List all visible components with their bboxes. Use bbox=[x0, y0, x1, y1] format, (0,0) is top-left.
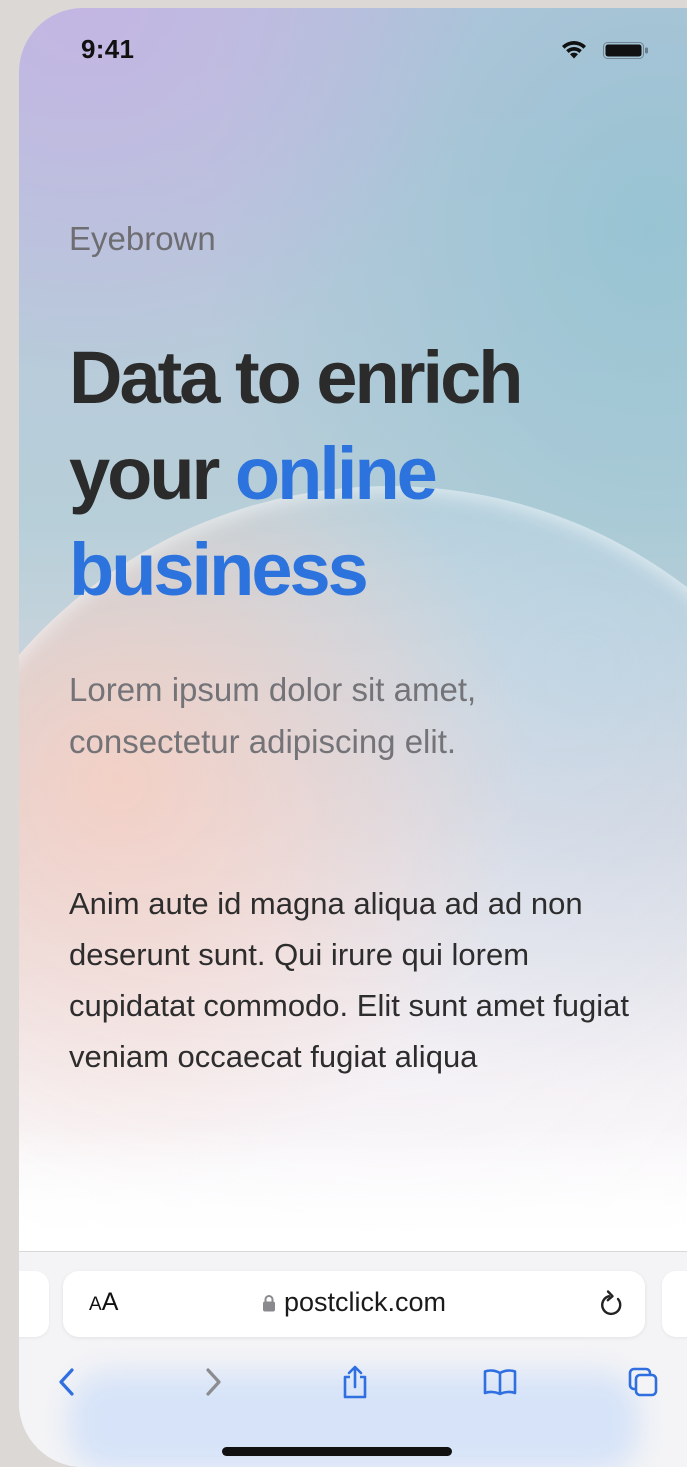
hero-lede: Lorem ipsum dolor sit amet, consectetur … bbox=[69, 671, 477, 760]
url-display[interactable]: postclick.com bbox=[63, 1287, 645, 1318]
hero-body: Anim aute id magna aliqua ad ad non dese… bbox=[69, 886, 630, 1074]
forward-button[interactable] bbox=[183, 1352, 243, 1412]
previous-tab-preview[interactable] bbox=[19, 1271, 49, 1337]
lock-icon bbox=[262, 1295, 275, 1312]
next-tab-preview[interactable] bbox=[662, 1271, 687, 1337]
back-icon bbox=[59, 1368, 74, 1396]
phone-screen: 9:41 Eyebrown Data to enrich your online… bbox=[19, 8, 687, 1467]
browser-toolbar: AA postclick.com bbox=[19, 1251, 687, 1467]
wifi-icon bbox=[562, 41, 586, 59]
bookmarks-button[interactable] bbox=[470, 1352, 530, 1412]
status-time: 9:41 bbox=[81, 34, 135, 64]
tabs-icon bbox=[628, 1367, 658, 1397]
url-text: postclick.com bbox=[283, 1287, 447, 1317]
eyebrow-text: Eyebrown bbox=[69, 220, 216, 257]
home-indicator[interactable] bbox=[222, 1447, 452, 1456]
bookmarks-icon bbox=[483, 1369, 517, 1396]
share-icon bbox=[343, 1365, 367, 1399]
address-bar[interactable]: AA postclick.com bbox=[63, 1271, 645, 1337]
tabs-button[interactable] bbox=[613, 1352, 673, 1412]
reload-icon[interactable] bbox=[597, 1289, 625, 1319]
hero-headline: Data to enrich your online business bbox=[69, 330, 669, 618]
status-bar: 9:41 bbox=[19, 8, 687, 98]
share-button[interactable] bbox=[325, 1352, 385, 1412]
battery-icon bbox=[603, 42, 648, 59]
back-button[interactable] bbox=[37, 1352, 97, 1412]
forward-icon bbox=[206, 1368, 221, 1396]
browser-nav-row bbox=[19, 1352, 687, 1412]
